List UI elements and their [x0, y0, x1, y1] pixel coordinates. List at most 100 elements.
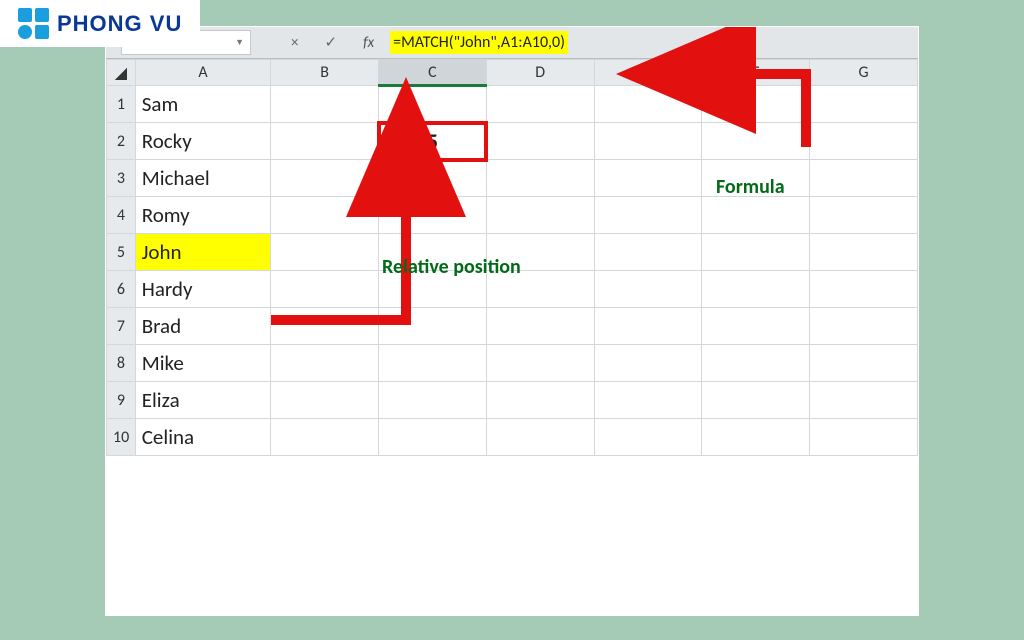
cell-B10[interactable] [271, 419, 379, 456]
cell-F2[interactable] [702, 123, 810, 160]
cell-B8[interactable] [271, 345, 379, 382]
annotation-relative-position: Relative position [382, 255, 521, 279]
cell-A6[interactable]: Hardy [135, 271, 271, 308]
table-row: 3Michael [107, 160, 918, 197]
cell-F1[interactable] [702, 86, 810, 123]
cell-C7[interactable] [379, 308, 487, 345]
cell-D3[interactable] [486, 160, 594, 197]
col-header-F[interactable]: F [702, 60, 810, 86]
col-header-D[interactable]: D [486, 60, 594, 86]
cell-F5[interactable] [702, 234, 810, 271]
col-header-E[interactable]: E [594, 60, 702, 86]
cell-E2[interactable] [594, 123, 702, 160]
brand-logo: PHONG VU [0, 0, 200, 47]
cell-G3[interactable] [810, 160, 918, 197]
chevron-down-icon[interactable]: ▼ [235, 37, 244, 48]
cell-B9[interactable] [271, 382, 379, 419]
cell-E4[interactable] [594, 197, 702, 234]
row-header[interactable]: 9 [107, 382, 136, 419]
row-header[interactable]: 7 [107, 308, 136, 345]
cell-E9[interactable] [594, 382, 702, 419]
table-row: 8Mike [107, 345, 918, 382]
cell-B5[interactable] [271, 234, 379, 271]
excel-window: ▼ × ✓ fx =MATCH("John",A1:A10,0) ◢ A B C… [105, 26, 919, 616]
cell-C3[interactable] [379, 160, 487, 197]
cell-D10[interactable] [486, 419, 594, 456]
cell-G8[interactable] [810, 345, 918, 382]
col-header-B[interactable]: B [271, 60, 379, 86]
logo-text: PHONG VU [57, 11, 182, 37]
cell-E6[interactable] [594, 271, 702, 308]
cell-B1[interactable] [271, 86, 379, 123]
cell-G9[interactable] [810, 382, 918, 419]
cell-A5[interactable]: John [135, 234, 271, 271]
table-row: 2Rocky 5 [107, 123, 918, 160]
fx-icon[interactable]: fx [363, 34, 374, 52]
cell-A7[interactable]: Brad [135, 308, 271, 345]
enter-icon[interactable]: ✓ [324, 33, 337, 52]
cell-D1[interactable] [486, 86, 594, 123]
cell-G2[interactable] [810, 123, 918, 160]
cell-G1[interactable] [810, 86, 918, 123]
cell-G10[interactable] [810, 419, 918, 456]
cell-G6[interactable] [810, 271, 918, 308]
row-header[interactable]: 2 [107, 123, 136, 160]
select-all-corner[interactable]: ◢ [107, 60, 136, 86]
cell-G5[interactable] [810, 234, 918, 271]
cell-A4[interactable]: Romy [135, 197, 271, 234]
cell-A10[interactable]: Celina [135, 419, 271, 456]
row-header[interactable]: 6 [107, 271, 136, 308]
cancel-icon[interactable]: × [291, 34, 298, 52]
cell-E7[interactable] [594, 308, 702, 345]
cell-E10[interactable] [594, 419, 702, 456]
cell-F6[interactable] [702, 271, 810, 308]
cell-E8[interactable] [594, 345, 702, 382]
cell-F9[interactable] [702, 382, 810, 419]
row-header[interactable]: 3 [107, 160, 136, 197]
cell-G4[interactable] [810, 197, 918, 234]
row-header[interactable]: 4 [107, 197, 136, 234]
row-header[interactable]: 10 [107, 419, 136, 456]
cell-E3[interactable] [594, 160, 702, 197]
logo-icon [18, 8, 49, 39]
cell-F4[interactable] [702, 197, 810, 234]
cell-C2[interactable]: 5 [379, 123, 487, 160]
cell-F7[interactable] [702, 308, 810, 345]
cell-E1[interactable] [594, 86, 702, 123]
cell-D9[interactable] [486, 382, 594, 419]
formula-text: =MATCH("John",A1:A10,0) [390, 31, 568, 54]
col-header-G[interactable]: G [810, 60, 918, 86]
cell-A8[interactable]: Mike [135, 345, 271, 382]
cell-D7[interactable] [486, 308, 594, 345]
cell-D4[interactable] [486, 197, 594, 234]
row-header[interactable]: 8 [107, 345, 136, 382]
cell-C1[interactable] [379, 86, 487, 123]
cell-D8[interactable] [486, 345, 594, 382]
formula-input[interactable]: =MATCH("John",A1:A10,0) [386, 30, 918, 55]
cell-B4[interactable] [271, 197, 379, 234]
cell-B6[interactable] [271, 271, 379, 308]
col-header-A[interactable]: A [135, 60, 271, 86]
cell-C10[interactable] [379, 419, 487, 456]
cell-F10[interactable] [702, 419, 810, 456]
column-headers: ◢ A B C D E F G [107, 60, 918, 86]
cell-A9[interactable]: Eliza [135, 382, 271, 419]
cell-B3[interactable] [271, 160, 379, 197]
table-row: 7Brad [107, 308, 918, 345]
table-row: 4Romy [107, 197, 918, 234]
cell-C4[interactable] [379, 197, 487, 234]
row-header[interactable]: 5 [107, 234, 136, 271]
cell-A1[interactable]: Sam [135, 86, 271, 123]
cell-A3[interactable]: Michael [135, 160, 271, 197]
cell-C8[interactable] [379, 345, 487, 382]
cell-C9[interactable] [379, 382, 487, 419]
cell-F8[interactable] [702, 345, 810, 382]
cell-E5[interactable] [594, 234, 702, 271]
cell-A2[interactable]: Rocky [135, 123, 271, 160]
row-header[interactable]: 1 [107, 86, 136, 123]
cell-B7[interactable] [271, 308, 379, 345]
cell-B2[interactable] [271, 123, 379, 160]
cell-D2[interactable] [486, 123, 594, 160]
cell-G7[interactable] [810, 308, 918, 345]
col-header-C[interactable]: C [379, 60, 487, 86]
